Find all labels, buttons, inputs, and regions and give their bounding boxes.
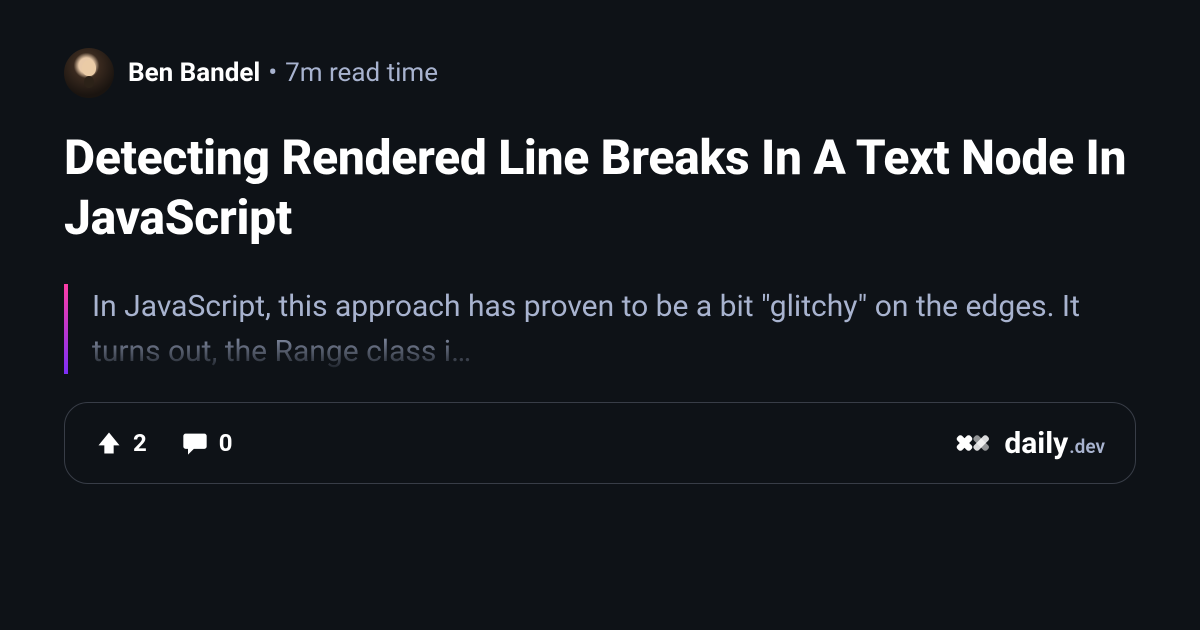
upvote-button[interactable]: 2 <box>95 429 147 457</box>
post-footer: 2 0 daily.dev <box>64 402 1136 484</box>
post-card: Ben Bandel • 7m read time Detecting Rend… <box>0 0 1200 630</box>
author-line: Ben Bandel • 7m read time <box>128 58 438 88</box>
comment-button[interactable]: 0 <box>181 429 233 457</box>
brand-suffix: .dev <box>1069 435 1105 458</box>
meta-separator: • <box>268 58 277 88</box>
stats-group: 2 0 <box>95 429 233 457</box>
post-title[interactable]: Detecting Rendered Line Breaks In A Text… <box>64 128 1136 248</box>
author-avatar[interactable] <box>64 48 114 98</box>
excerpt-block: In JavaScript, this approach has proven … <box>64 284 1136 374</box>
comment-count: 0 <box>219 429 233 457</box>
comment-icon <box>181 429 209 457</box>
brand-text: daily.dev <box>1004 426 1105 461</box>
author-name[interactable]: Ben Bandel <box>128 58 260 88</box>
brand[interactable]: daily.dev <box>952 423 1105 463</box>
read-time: 7m read time <box>285 58 438 88</box>
brand-logo-icon <box>952 423 992 463</box>
upvote-icon <box>95 429 123 457</box>
post-header: Ben Bandel • 7m read time <box>64 48 1136 98</box>
post-excerpt: In JavaScript, this approach has proven … <box>92 284 1136 374</box>
upvote-count: 2 <box>133 429 147 457</box>
brand-name: daily <box>1004 426 1068 461</box>
